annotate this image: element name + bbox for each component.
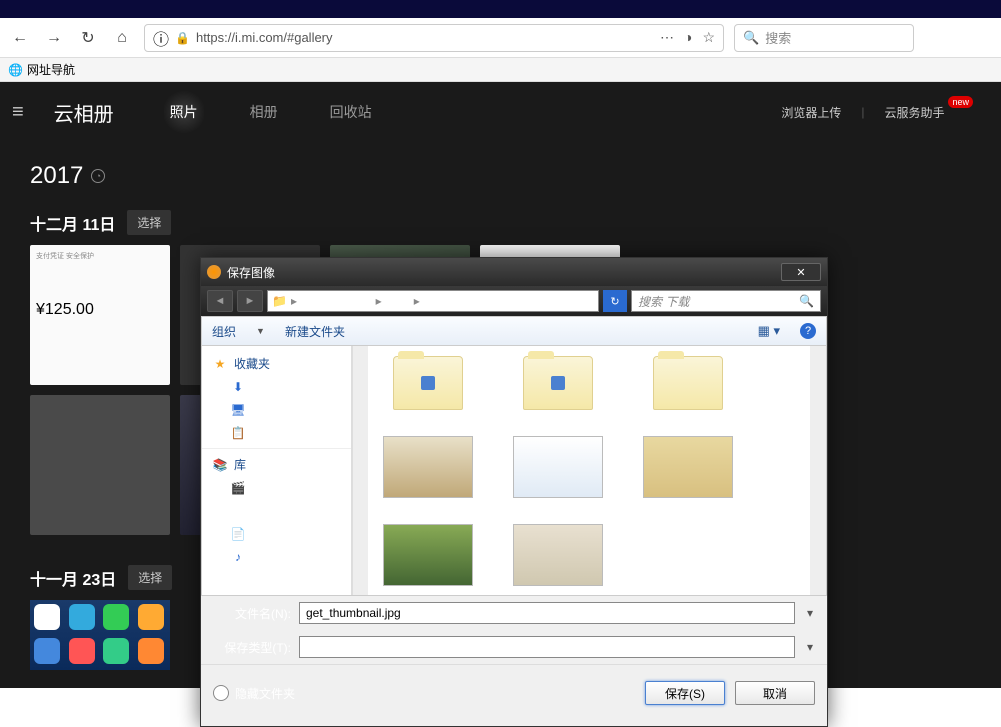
- search-icon: 🔍: [799, 294, 814, 308]
- help-icon[interactable]: ?: [800, 323, 816, 339]
- folder-item[interactable]: wnwb: [638, 356, 738, 426]
- year-heading: 2017 ◔: [30, 162, 971, 190]
- photo-thumb[interactable]: 支付凭证 安全保护 ¥125.00: [30, 245, 170, 385]
- helper-link[interactable]: 云服务助手: [884, 104, 944, 121]
- select-button[interactable]: 选择: [127, 210, 171, 235]
- url-text: https://i.mi.com/#gallery: [196, 30, 654, 45]
- date-heading: 十二月 11日: [30, 211, 115, 235]
- bookmark-link[interactable]: 网址导航: [27, 61, 75, 78]
- select-button[interactable]: 选择: [128, 565, 172, 590]
- close-button[interactable]: ✕: [781, 263, 821, 281]
- file-scrollbar[interactable]: [810, 346, 826, 595]
- filetype-label: 保存类型(T):: [211, 639, 291, 656]
- sidebar-documents[interactable]: 📄文档: [202, 522, 351, 545]
- reader-icon[interactable]: ◑: [684, 29, 692, 46]
- save-dialog: 保存图像 ✕ ◄ ► 📁 ▸ Administrator ▸ 下载 ▸ ▾ ↻ …: [200, 257, 828, 727]
- sidebar-recent[interactable]: 📋最近访问的位置: [202, 421, 351, 444]
- sidebar-downloads[interactable]: ⬇下载: [202, 375, 351, 398]
- folder-search[interactable]: 搜索 下载 🔍: [631, 290, 821, 312]
- organize-menu[interactable]: 组织: [212, 323, 236, 340]
- filename-input[interactable]: [299, 602, 795, 624]
- photo-thumb[interactable]: [30, 600, 170, 670]
- file-item[interactable]: 91529822720e0cf37d6df5440246f21fbf09aaf3…: [378, 436, 478, 514]
- sidebar-video[interactable]: 🎬视频: [202, 476, 351, 499]
- clock-icon: ◔: [91, 169, 105, 183]
- breadcrumb[interactable]: 📁 ▸ Administrator ▸ 下载 ▸ ▾: [267, 290, 599, 312]
- search-icon: 🔍: [743, 30, 759, 46]
- search-box[interactable]: 🔍 搜索: [734, 24, 914, 52]
- sidebar-scrollbar[interactable]: [352, 346, 368, 595]
- filename-dropdown[interactable]: ▾: [803, 606, 817, 620]
- folder-item[interactable]: hycd140421: [378, 356, 478, 426]
- more-icon[interactable]: ⋯: [660, 29, 674, 46]
- price-text: ¥125.00: [36, 301, 164, 319]
- back-button[interactable]: ←: [8, 26, 32, 50]
- date-heading: 十一月 23日: [30, 566, 116, 590]
- reload-button[interactable]: ↻: [76, 26, 100, 50]
- browser-nav-bar: ← → ↻ ⌂ ⓘ 🔒 https://i.mi.com/#gallery ⋯ …: [0, 18, 1001, 58]
- tab-photos[interactable]: 照片: [164, 82, 204, 142]
- filetype-dropdown[interactable]: ▾: [803, 640, 817, 654]
- new-folder-button[interactable]: 新建文件夹: [285, 323, 345, 340]
- sidebar-library[interactable]: 📚库: [202, 453, 351, 476]
- firefox-icon: [207, 265, 221, 279]
- file-item[interactable]: timg.jpg: [508, 524, 608, 595]
- refresh-button[interactable]: ↻: [603, 290, 627, 312]
- filename-label: 文件名(N):: [211, 605, 291, 622]
- hamburger-icon[interactable]: ≡: [12, 101, 24, 124]
- star-icon[interactable]: ☆: [702, 29, 715, 46]
- sidebar-desktop[interactable]: 🖥桌面: [202, 398, 351, 421]
- file-item[interactable]: b58f8c5494eef0: [508, 436, 608, 514]
- folder-item[interactable]: wbx98: [508, 356, 608, 426]
- tab-albums[interactable]: 相册: [244, 82, 284, 142]
- save-button[interactable]: 保存(S): [645, 681, 725, 705]
- file-item[interactable]: timg (1).jpg: [378, 524, 478, 595]
- info-icon: ⓘ: [153, 26, 169, 50]
- cancel-button[interactable]: 取消: [735, 681, 815, 705]
- sidebar-favorites[interactable]: ★收藏夹: [202, 352, 351, 375]
- nav-fwd-button[interactable]: ►: [237, 290, 263, 312]
- photo-thumb[interactable]: [30, 395, 170, 535]
- url-bar[interactable]: ⓘ 🔒 https://i.mi.com/#gallery ⋯ ◑ ☆: [144, 24, 724, 52]
- lock-icon: 🔒: [175, 31, 190, 45]
- globe-icon: 🌐: [8, 63, 23, 77]
- dialog-title: 保存图像: [227, 264, 275, 281]
- sidebar-music[interactable]: ♪音乐: [202, 545, 351, 568]
- file-item[interactable]: ht.jpg: [638, 436, 738, 514]
- hide-folders-toggle[interactable]: ▲ 隐藏文件夹: [213, 685, 295, 702]
- bookmarks-bar: 🌐 网址导航: [0, 58, 1001, 82]
- forward-button[interactable]: →: [42, 26, 66, 50]
- page-title: 云相册: [54, 98, 114, 127]
- view-button[interactable]: ▦ ▾: [758, 323, 780, 339]
- tab-trash[interactable]: 回收站: [324, 82, 378, 142]
- sidebar-pictures[interactable]: 🖼图片: [202, 499, 351, 522]
- home-button[interactable]: ⌂: [110, 26, 134, 50]
- folder-tree: ★收藏夹 ⬇下载 🖥桌面 📋最近访问的位置 📚库 🎬视频 🖼图片 📄文档 ♪音乐: [202, 346, 352, 595]
- upload-link[interactable]: 浏览器上传: [781, 104, 841, 121]
- filetype-select[interactable]: 看图王 JPG 图片文件 (*.jpg): [299, 636, 795, 658]
- new-badge: new: [948, 96, 973, 108]
- file-list: hycd140421 wbx98 wnwb 91529822720e0cf37d…: [368, 346, 826, 595]
- nav-back-button[interactable]: ◄: [207, 290, 233, 312]
